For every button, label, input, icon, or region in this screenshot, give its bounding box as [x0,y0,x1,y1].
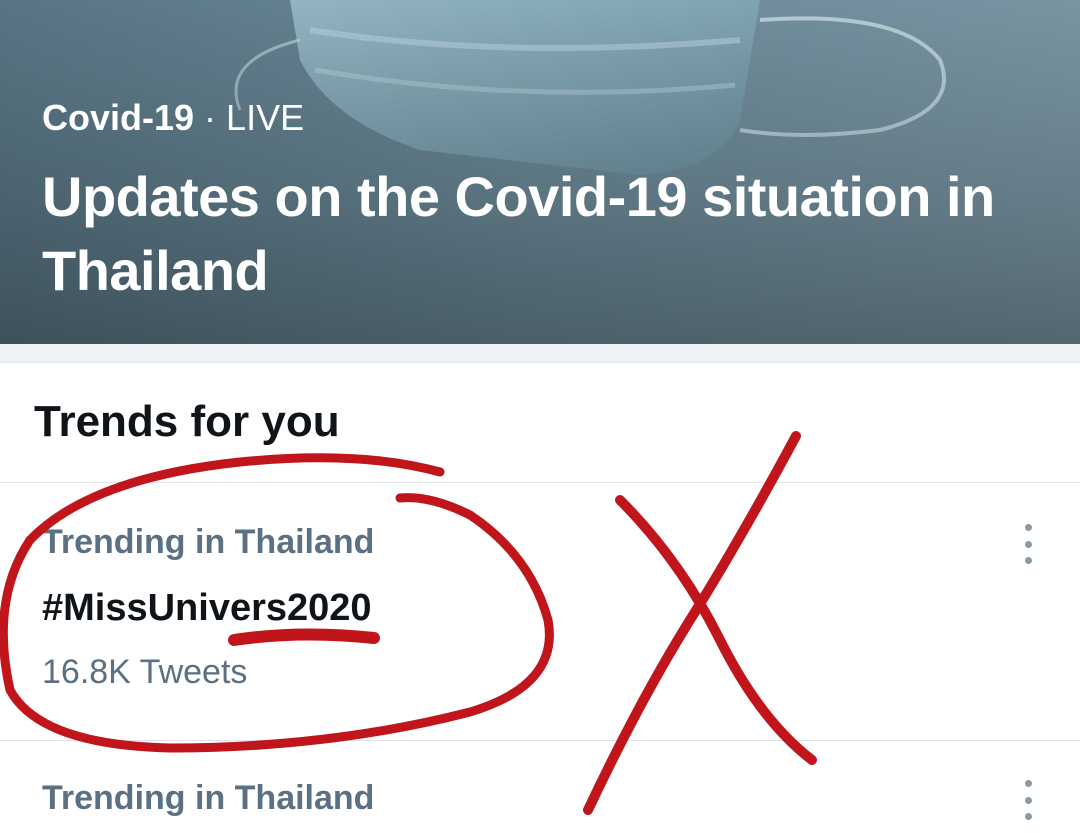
meta-separator: · [204,97,217,138]
event-meta: Covid-19 · LIVE [42,96,304,140]
divider [0,482,1080,483]
divider [0,740,1080,741]
trend-item[interactable]: Trending in Thailand #MissUnivers2020 16… [0,520,1080,720]
covid-live-event-banner[interactable]: Covid-19 · LIVE Updates on the Covid-19 si… [0,0,1080,344]
event-title: Updates on the Covid-19 situation in Tha… [42,165,995,302]
trend-context: Trending in Thailand [42,779,375,817]
trend-item[interactable]: Trending in Thailand [0,776,1080,833]
trends-section-title: Trends for you [34,397,340,446]
trend-tweet-count: 16.8K Tweets [42,653,248,691]
live-status: LIVE [226,97,305,138]
more-vertical-icon[interactable] [1016,780,1040,820]
event-topic: Covid-19 [42,97,195,138]
section-gap [0,344,1080,363]
more-vertical-icon[interactable] [1016,524,1040,564]
trend-context: Trending in Thailand [42,523,375,561]
explore-screen: Covid-19 · LIVE Updates on the Covid-19 si… [0,0,1080,833]
trend-hashtag: #MissUnivers2020 [42,587,372,629]
